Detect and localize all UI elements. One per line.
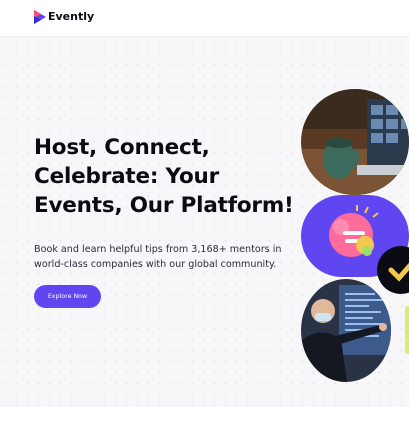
presenter-photo <box>301 279 391 382</box>
explore-now-button[interactable]: Explore Now <box>34 285 101 308</box>
hero-headline: Host, Connect, Celebrate: Your Events, O… <box>34 135 294 218</box>
video-call-photo <box>301 89 409 195</box>
page-bottom <box>0 407 409 425</box>
lime-accent-decoration <box>405 306 409 354</box>
chat-bubble-icon <box>373 246 409 294</box>
top-navbar: Evently <box>0 0 409 37</box>
evently-logo-icon[interactable] <box>34 10 46 24</box>
hero-subheadline: Book and learn helpful tips from 3,168+ … <box>34 244 282 270</box>
brand-name[interactable]: Evently <box>48 10 94 24</box>
